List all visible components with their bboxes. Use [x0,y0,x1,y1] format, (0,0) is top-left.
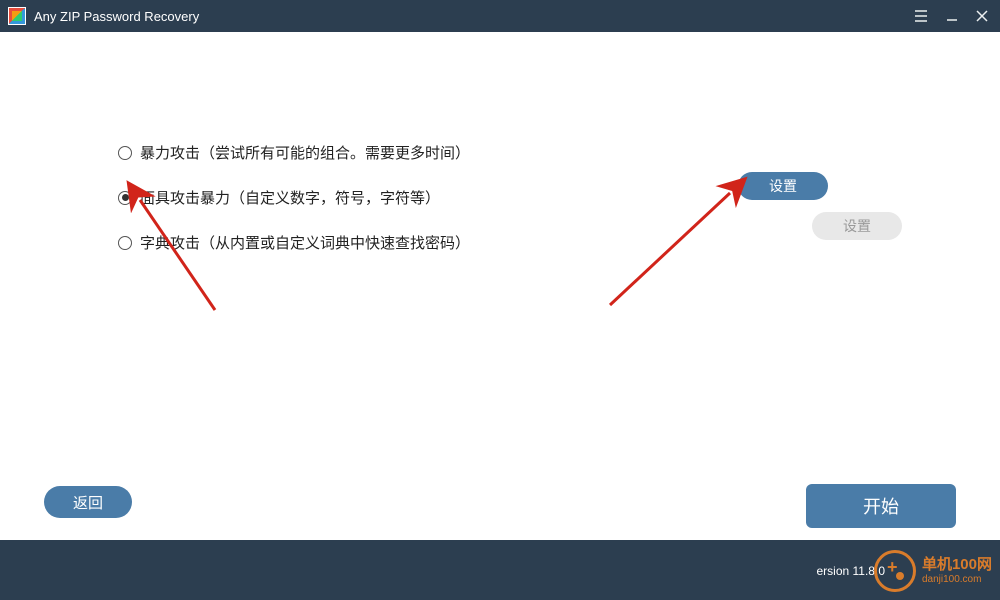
watermark-text: 单机100网 danji100.com [922,557,992,585]
close-icon[interactable] [976,10,988,22]
watermark-cn: 单机100网 [922,557,992,574]
button-label: 设置 [843,216,871,236]
option-brute-force[interactable]: 暴力攻击（尝试所有可能的组合。需要更多时间） [118,142,960,163]
watermark-logo-icon: + [874,550,916,592]
option-mask-attack[interactable]: 面具攻击暴力（自定义数字，符号，字符等） [118,187,960,208]
back-button[interactable]: 返回 [44,486,132,518]
button-label: 开始 [863,493,899,519]
app-title: Any ZIP Password Recovery [34,9,199,24]
radio-icon [118,236,132,250]
titlebar: Any ZIP Password Recovery [0,0,1000,32]
option-label: 面具攻击暴力（自定义数字，符号，字符等） [140,187,440,208]
button-label: 设置 [769,176,797,196]
radio-icon [118,191,132,205]
footer: ersion 11.8.0 + 单机100网 danji100.com [0,540,1000,600]
minimize-icon[interactable] [946,10,958,22]
content-area: 暴力攻击（尝试所有可能的组合。需要更多时间） 面具攻击暴力（自定义数字，符号，字… [0,32,1000,540]
titlebar-left: Any ZIP Password Recovery [8,7,199,25]
settings-button-disabled: 设置 [812,212,902,240]
button-label: 返回 [73,492,103,513]
option-label: 字典攻击（从内置或自定义词典中快速查找密码） [140,232,470,253]
settings-button[interactable]: 设置 [738,172,828,200]
watermark-en: danji100.com [922,574,992,585]
start-button[interactable]: 开始 [806,484,956,528]
menu-icon[interactable] [914,10,928,22]
option-label: 暴力攻击（尝试所有可能的组合。需要更多时间） [140,142,470,163]
watermark: + 单机100网 danji100.com [874,550,992,592]
radio-icon [118,146,132,160]
titlebar-controls [914,10,988,22]
app-icon [8,7,26,25]
